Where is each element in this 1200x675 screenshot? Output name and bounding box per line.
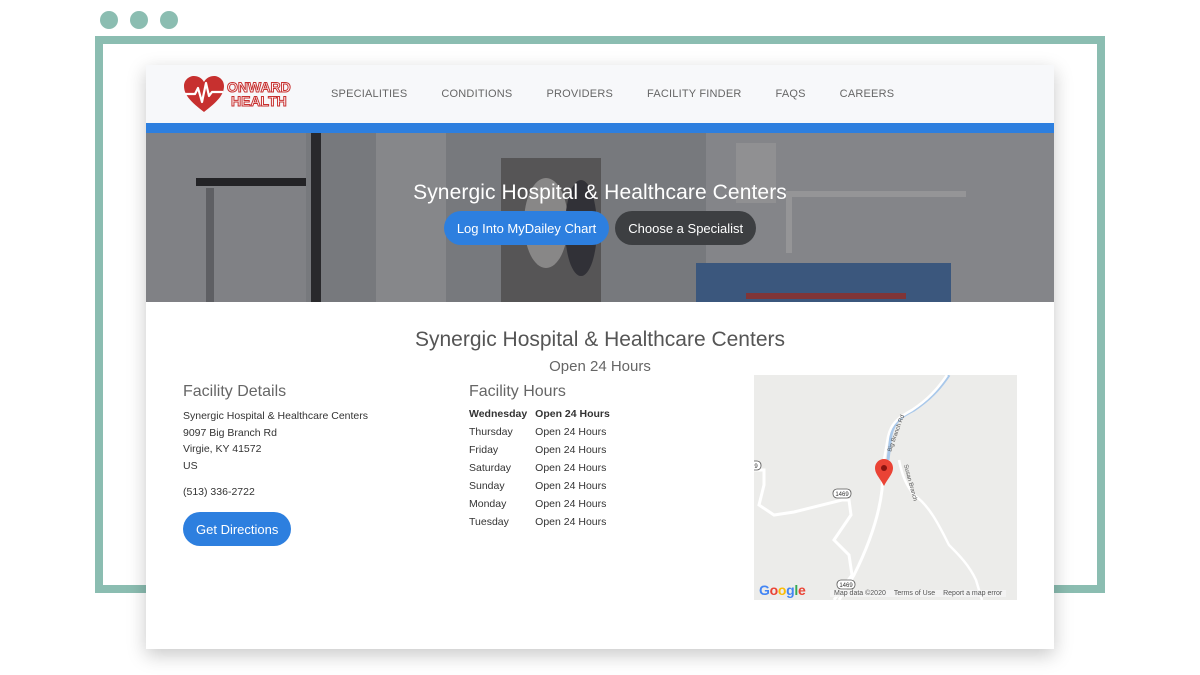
hero-banner: Synergic Hospital & Healthcare Centers L… — [146, 133, 1054, 302]
google-logo[interactable]: Google — [759, 582, 806, 598]
accent-bar — [146, 123, 1054, 133]
window-dot — [130, 11, 148, 29]
road-label: Susan Branch — [902, 464, 918, 502]
brand-name: ONWARD HEALTH — [227, 79, 292, 109]
brand-name-line1: ONWARD — [227, 79, 292, 95]
map-roads: Big Branch Rd Susan Branch 1469 1469 9 — [754, 375, 984, 600]
hours-value: Open 24 Hours — [535, 480, 607, 492]
facility-phone[interactable]: (513) 336-2722 — [183, 486, 443, 498]
nav-faqs[interactable]: FAQs — [776, 88, 806, 100]
facility-details-heading: Facility Details — [183, 383, 287, 400]
hours-day: Sunday — [469, 480, 505, 492]
browser-page: ONWARD HEALTH Specialities Conditions Pr… — [146, 65, 1054, 649]
hours-table: Wednesday Open 24 Hours Thursday Open 24 H… — [469, 408, 618, 534]
map-attribution: Map data ©2020 Terms of Use Report a map… — [830, 586, 1017, 600]
map-pin-icon[interactable] — [875, 459, 893, 486]
nav-facility-finder[interactable]: Facility Finder — [647, 88, 741, 100]
facility-details: Facility Details Synergic Hospital & Hea… — [183, 383, 443, 546]
location-map[interactable]: Big Branch Rd Susan Branch 1469 1469 9 G… — [754, 375, 1017, 600]
hours-day: Tuesday — [469, 516, 509, 528]
map-report-error-link[interactable]: Report a map error — [939, 589, 1007, 597]
heart-pulse-icon — [184, 76, 224, 112]
brand-name-line2: HEALTH — [231, 93, 288, 109]
route-shield-label: 1469 — [835, 492, 849, 498]
facility-country: US — [183, 459, 198, 472]
brand-logo[interactable]: ONWARD HEALTH — [183, 75, 331, 113]
choose-specialist-button[interactable]: Choose a Specialist — [615, 211, 757, 245]
facility-hours-heading: Facility Hours — [469, 383, 566, 400]
map-data-credit: Map data ©2020 — [830, 589, 890, 597]
window-dot — [160, 11, 178, 29]
hours-day: Wednesday — [469, 408, 528, 420]
facility-title: Synergic Hospital & Healthcare Centers — [414, 328, 785, 351]
hours-row: Thursday Open 24 Hours — [469, 426, 618, 444]
facility-status: Open 24 Hours — [549, 358, 651, 375]
hours-row: Monday Open 24 Hours — [469, 498, 618, 516]
login-mydailey-chart-button[interactable]: Log Into MyDailey Chart — [443, 211, 610, 245]
hero-title: Synergic Hospital & Healthcare Centers — [413, 181, 787, 204]
nav-links: Specialities Conditions Providers Facili… — [331, 88, 928, 100]
window-dots — [100, 11, 178, 29]
hero-content: Synergic Hospital & Healthcare Centers L… — [146, 181, 1054, 245]
get-directions-button[interactable]: Get Directions — [183, 512, 292, 546]
top-navbar: ONWARD HEALTH Specialities Conditions Pr… — [146, 65, 1054, 123]
hours-value: Open 24 Hours — [535, 516, 607, 528]
window-dot — [100, 11, 118, 29]
hours-value: Open 24 Hours — [535, 426, 607, 438]
facility-name: Synergic Hospital & Healthcare Centers — [183, 410, 369, 422]
hours-day: Thursday — [469, 426, 513, 438]
nav-conditions[interactable]: Conditions — [441, 88, 512, 100]
hours-row: Wednesday Open 24 Hours — [469, 408, 618, 426]
nav-providers[interactable]: Providers — [546, 88, 613, 100]
map-terms-link[interactable]: Terms of Use — [889, 589, 940, 597]
hours-value: Open 24 Hours — [535, 498, 607, 510]
hours-value: Open 24 Hours — [535, 444, 607, 456]
nav-careers[interactable]: Careers — [840, 88, 895, 100]
facility-street: 9097 Big Branch Rd — [183, 426, 277, 439]
facility-hours: Facility Hours Wednesday Open 24 Hours Th… — [469, 383, 689, 534]
hero-buttons: Log Into MyDailey Chart Choose a Special… — [146, 211, 1054, 245]
hours-row: Sunday Open 24 Hours — [469, 480, 618, 498]
hours-day: Friday — [469, 444, 499, 456]
nav-specialities[interactable]: Specialities — [331, 88, 407, 100]
hours-row: Friday Open 24 Hours — [469, 444, 618, 462]
hours-row: Saturday Open 24 Hours — [469, 462, 618, 480]
hours-day: Saturday — [469, 462, 512, 474]
hours-row: Tuesday Open 24 Hours — [469, 516, 618, 534]
facility-city: Virgie, KY 41572 — [183, 443, 262, 455]
hours-day: Monday — [469, 498, 507, 510]
hours-value: Open 24 Hours — [535, 462, 607, 474]
hours-value: Open 24 Hours — [535, 408, 610, 420]
